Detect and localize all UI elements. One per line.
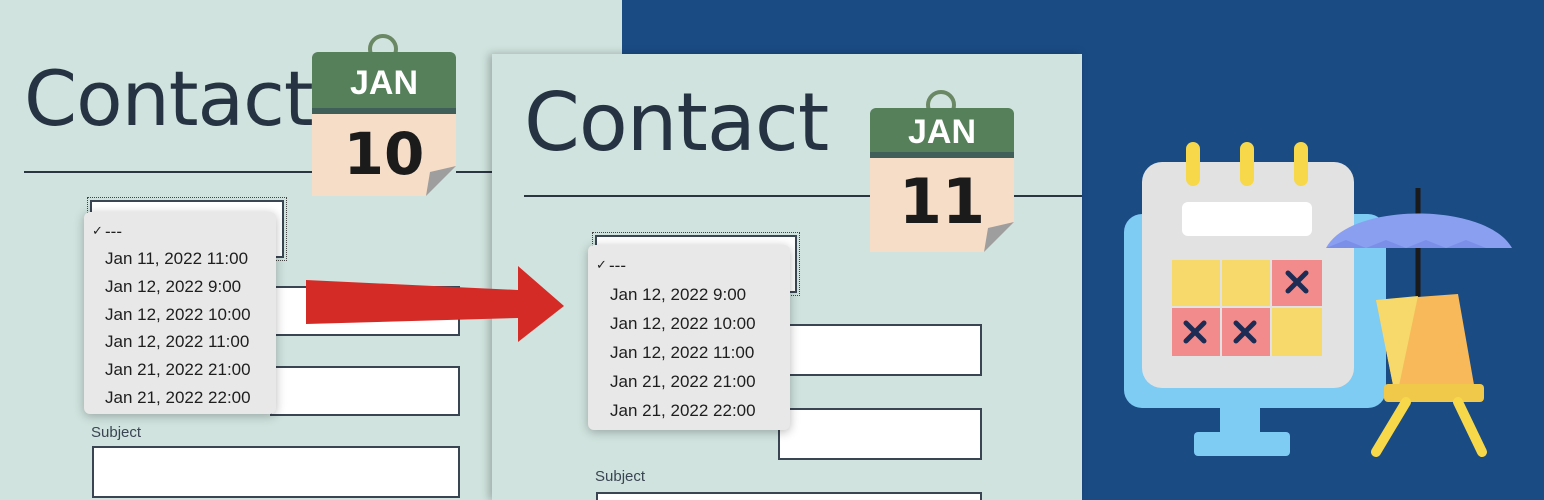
contact-form-after: Contact Subject ✓ --- Jan 12, 2022 9:00 …: [492, 54, 1082, 500]
dropdown-option[interactable]: Jan 12, 2022 10:00: [588, 314, 790, 334]
page-title: Contact: [524, 76, 829, 169]
arrow-right-icon: [306, 266, 564, 342]
name-field[interactable]: [778, 324, 982, 376]
dropdown-option[interactable]: Jan 12, 2022 9:00: [84, 277, 276, 297]
dropdown-option[interactable]: Jan 21, 2022 22:00: [84, 388, 276, 408]
dropdown-option[interactable]: Jan 11, 2022 11:00: [84, 249, 276, 269]
calendar-icon: JAN 10: [312, 34, 456, 196]
schedule-monitor-icon: [1124, 142, 1512, 457]
subject-label: Subject: [595, 468, 646, 485]
dropdown-option[interactable]: Jan 12, 2022 10:00: [84, 305, 276, 325]
dropdown-option[interactable]: Jan 12, 2022 9:00: [588, 285, 790, 305]
calendar-month: JAN: [312, 52, 456, 108]
dropdown-option[interactable]: Jan 21, 2022 21:00: [588, 372, 790, 392]
dropdown-option[interactable]: ---: [84, 222, 276, 242]
calendar-month: JAN: [870, 108, 1014, 152]
calendar-icon: JAN 11: [870, 90, 1014, 252]
dropdown-option[interactable]: ---: [588, 256, 790, 276]
dropdown-option[interactable]: Jan 12, 2022 11:00: [588, 343, 790, 363]
subject-field[interactable]: [92, 446, 460, 498]
subject-field[interactable]: [596, 492, 982, 500]
dropdown-option[interactable]: Jan 12, 2022 11:00: [84, 332, 276, 352]
beach-chair-icon: [1371, 294, 1487, 457]
datetime-dropdown[interactable]: ✓ --- Jan 11, 2022 11:00 Jan 12, 2022 9:…: [84, 212, 276, 414]
email-field[interactable]: [778, 408, 982, 460]
dropdown-option[interactable]: Jan 21, 2022 21:00: [84, 360, 276, 380]
subject-label: Subject: [91, 424, 142, 441]
page-title: Contact: [24, 54, 314, 143]
datetime-dropdown[interactable]: ✓ --- Jan 12, 2022 9:00 Jan 12, 2022 10:…: [588, 245, 790, 430]
dropdown-option[interactable]: Jan 21, 2022 22:00: [588, 401, 790, 421]
email-field[interactable]: [270, 366, 460, 416]
